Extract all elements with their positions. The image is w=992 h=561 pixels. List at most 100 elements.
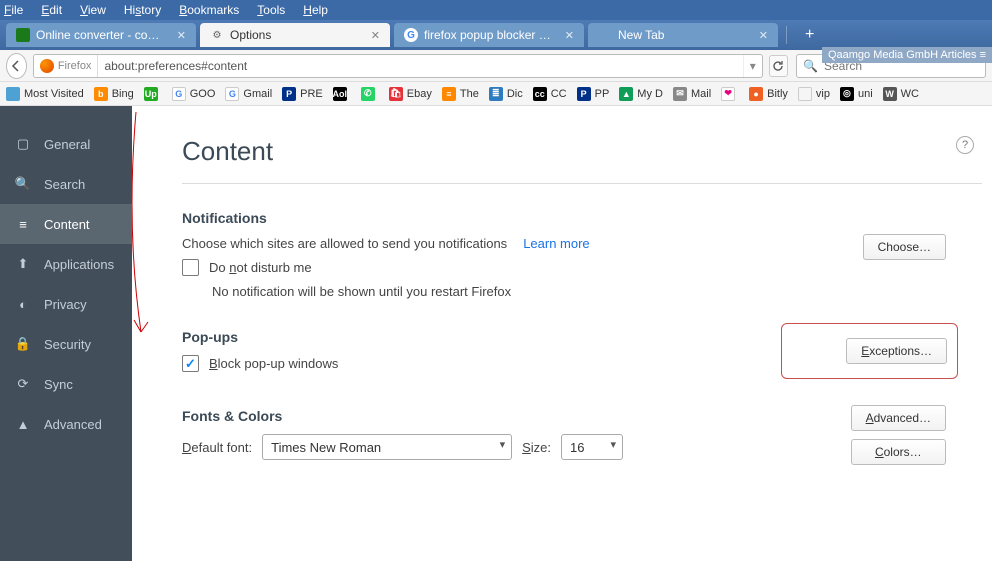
bookmark-19[interactable]: WWC: [883, 87, 919, 101]
bookmark-7[interactable]: ✆: [361, 87, 379, 101]
block-popups-checkbox[interactable]: [182, 355, 199, 372]
reload-icon: [772, 60, 784, 72]
bookmark-icon: ≡: [442, 87, 456, 101]
sidebar-item-security[interactable]: 🔒Security: [0, 324, 132, 364]
colors-button[interactable]: Colors…: [851, 439, 946, 465]
privacy-icon: ◐: [14, 295, 32, 313]
bookmark-label: My D: [637, 88, 663, 100]
sidebar-item-content[interactable]: ≡Content: [0, 204, 132, 244]
close-icon[interactable]: ✕: [177, 29, 186, 42]
qaamgo-badge[interactable]: Qaamgo Media GmbH Articles ≡: [822, 47, 992, 63]
bookmark-4[interactable]: GGmail: [225, 87, 272, 101]
font-size-select[interactable]: 16: [561, 434, 623, 460]
bookmark-8[interactable]: 🛍Ebay: [389, 87, 432, 101]
bookmark-label: Ebay: [407, 88, 432, 100]
url-input[interactable]: [98, 59, 742, 73]
bookmark-icon: P: [282, 87, 296, 101]
sidebar: ▢General🔍Search≡Content⬆Applications◐Pri…: [0, 106, 132, 561]
new-tab-button[interactable]: +: [797, 26, 822, 44]
bookmark-5[interactable]: P PRE: [282, 87, 323, 101]
bookmark-label: vip: [816, 88, 830, 100]
menu-edit[interactable]: Edit: [41, 3, 62, 17]
menu-bookmarks[interactable]: Bookmarks: [179, 3, 239, 17]
bookmark-11[interactable]: ccCC: [533, 87, 567, 101]
bookmark-label: Most Visited: [24, 88, 84, 100]
close-icon[interactable]: ✕: [565, 29, 574, 42]
sidebar-item-general[interactable]: ▢General: [0, 124, 132, 164]
bookmark-9[interactable]: ≡The: [442, 87, 479, 101]
learn-more-link[interactable]: Learn more: [523, 236, 589, 251]
bookmark-12[interactable]: PPP: [577, 87, 610, 101]
sidebar-item-applications[interactable]: ⬆Applications: [0, 244, 132, 284]
arrow-left-icon: [10, 60, 22, 72]
choose-button[interactable]: Choose…: [863, 234, 946, 260]
exceptions-button[interactable]: Exceptions…: [846, 338, 947, 364]
bookmark-icon: G: [172, 87, 186, 101]
bookmark-6[interactable]: Aol: [333, 87, 351, 101]
sidebar-item-label: Advanced: [44, 417, 102, 432]
tab-newtab[interactable]: New Tab ✕: [588, 23, 778, 47]
bookmark-icon: Aol: [333, 87, 347, 101]
bookmark-13[interactable]: ▲My D: [619, 87, 663, 101]
urlbar[interactable]: Firefox ▾: [33, 54, 763, 78]
bookmark-10[interactable]: ≣Dic: [489, 87, 523, 101]
menu-view[interactable]: View: [80, 3, 106, 17]
bookmark-label: PP: [595, 88, 610, 100]
bookmark-label: Bitly: [767, 88, 788, 100]
tab-options[interactable]: ⚙ Options ✕: [200, 23, 390, 47]
bookmark-15[interactable]: ❤: [721, 87, 739, 101]
search-icon: 🔍: [14, 175, 32, 193]
back-button[interactable]: [6, 53, 27, 79]
bookmark-1[interactable]: bBing: [94, 87, 134, 101]
bookmark-2[interactable]: Up: [144, 87, 162, 101]
block-popups-label: Block pop-up windows: [209, 356, 338, 371]
reload-button[interactable]: [769, 55, 788, 77]
navrow: Firefox ▾ 🔍 Qaamgo Media GmbH Articles ≡: [0, 50, 992, 82]
tab-label: Options: [230, 28, 357, 42]
help-icon[interactable]: ?: [956, 136, 974, 154]
bookmark-label: WC: [901, 88, 919, 100]
tab-google-search[interactable]: G firefox popup blocker - Goo… ✕: [394, 23, 584, 47]
bookmark-14[interactable]: ✉Mail: [673, 87, 711, 101]
menu-history[interactable]: History: [124, 3, 161, 17]
default-font-select[interactable]: Times New Roman: [262, 434, 512, 460]
bookmark-18[interactable]: ◎uni: [840, 87, 873, 101]
dnd-checkbox[interactable]: [182, 259, 199, 276]
bookmark-17[interactable]: vip: [798, 87, 830, 101]
sidebar-item-advanced[interactable]: ▲Advanced: [0, 404, 132, 444]
general-icon: ▢: [14, 135, 32, 153]
sidebar-item-privacy[interactable]: ◐Privacy: [0, 284, 132, 324]
bookmark-icon: [6, 87, 20, 101]
fonts-heading: Fonts & Colors: [182, 408, 964, 424]
applications-icon: ⬆: [14, 255, 32, 273]
gear-icon: ⚙: [210, 28, 224, 42]
dnd-sublabel: No notification will be shown until you …: [212, 284, 964, 299]
close-icon[interactable]: ✕: [759, 29, 768, 42]
bookmark-icon: ✉: [673, 87, 687, 101]
sidebar-item-sync[interactable]: ⟳Sync: [0, 364, 132, 404]
bookmark-label: Dic: [507, 88, 523, 100]
menu-help[interactable]: Help: [303, 3, 328, 17]
identity-box[interactable]: Firefox: [34, 55, 99, 77]
bookmark-icon: ❤: [721, 87, 735, 101]
popups-section: Pop-ups Block pop-up windows Exceptions…: [182, 329, 964, 372]
menubar: File Edit View History Bookmarks Tools H…: [0, 0, 992, 20]
menu-file[interactable]: File: [4, 3, 23, 17]
advanced-fonts-button[interactable]: Advanced…: [851, 405, 946, 431]
bookmark-icon: ✆: [361, 87, 375, 101]
sidebar-item-search[interactable]: 🔍Search: [0, 164, 132, 204]
urlbar-dropmarker[interactable]: ▾: [743, 55, 762, 77]
sync-icon: ⟳: [14, 375, 32, 393]
exceptions-highlight: Exceptions…: [781, 323, 958, 379]
bookmark-0[interactable]: Most Visited: [6, 87, 84, 101]
bookmark-label: PRE: [300, 88, 323, 100]
menu-tools[interactable]: Tools: [257, 3, 285, 17]
bookmark-3[interactable]: G GOO: [172, 87, 216, 101]
identity-label: Firefox: [58, 60, 92, 72]
close-icon[interactable]: ✕: [371, 29, 380, 42]
tab-online-converter[interactable]: Online converter - convert … ✕: [6, 23, 196, 47]
page-title: Content: [182, 136, 964, 167]
bookmark-16[interactable]: ●Bitly: [749, 87, 788, 101]
tabstrip: Online converter - convert … ✕ ⚙ Options…: [0, 20, 992, 50]
bookmark-label: GOO: [190, 88, 216, 100]
